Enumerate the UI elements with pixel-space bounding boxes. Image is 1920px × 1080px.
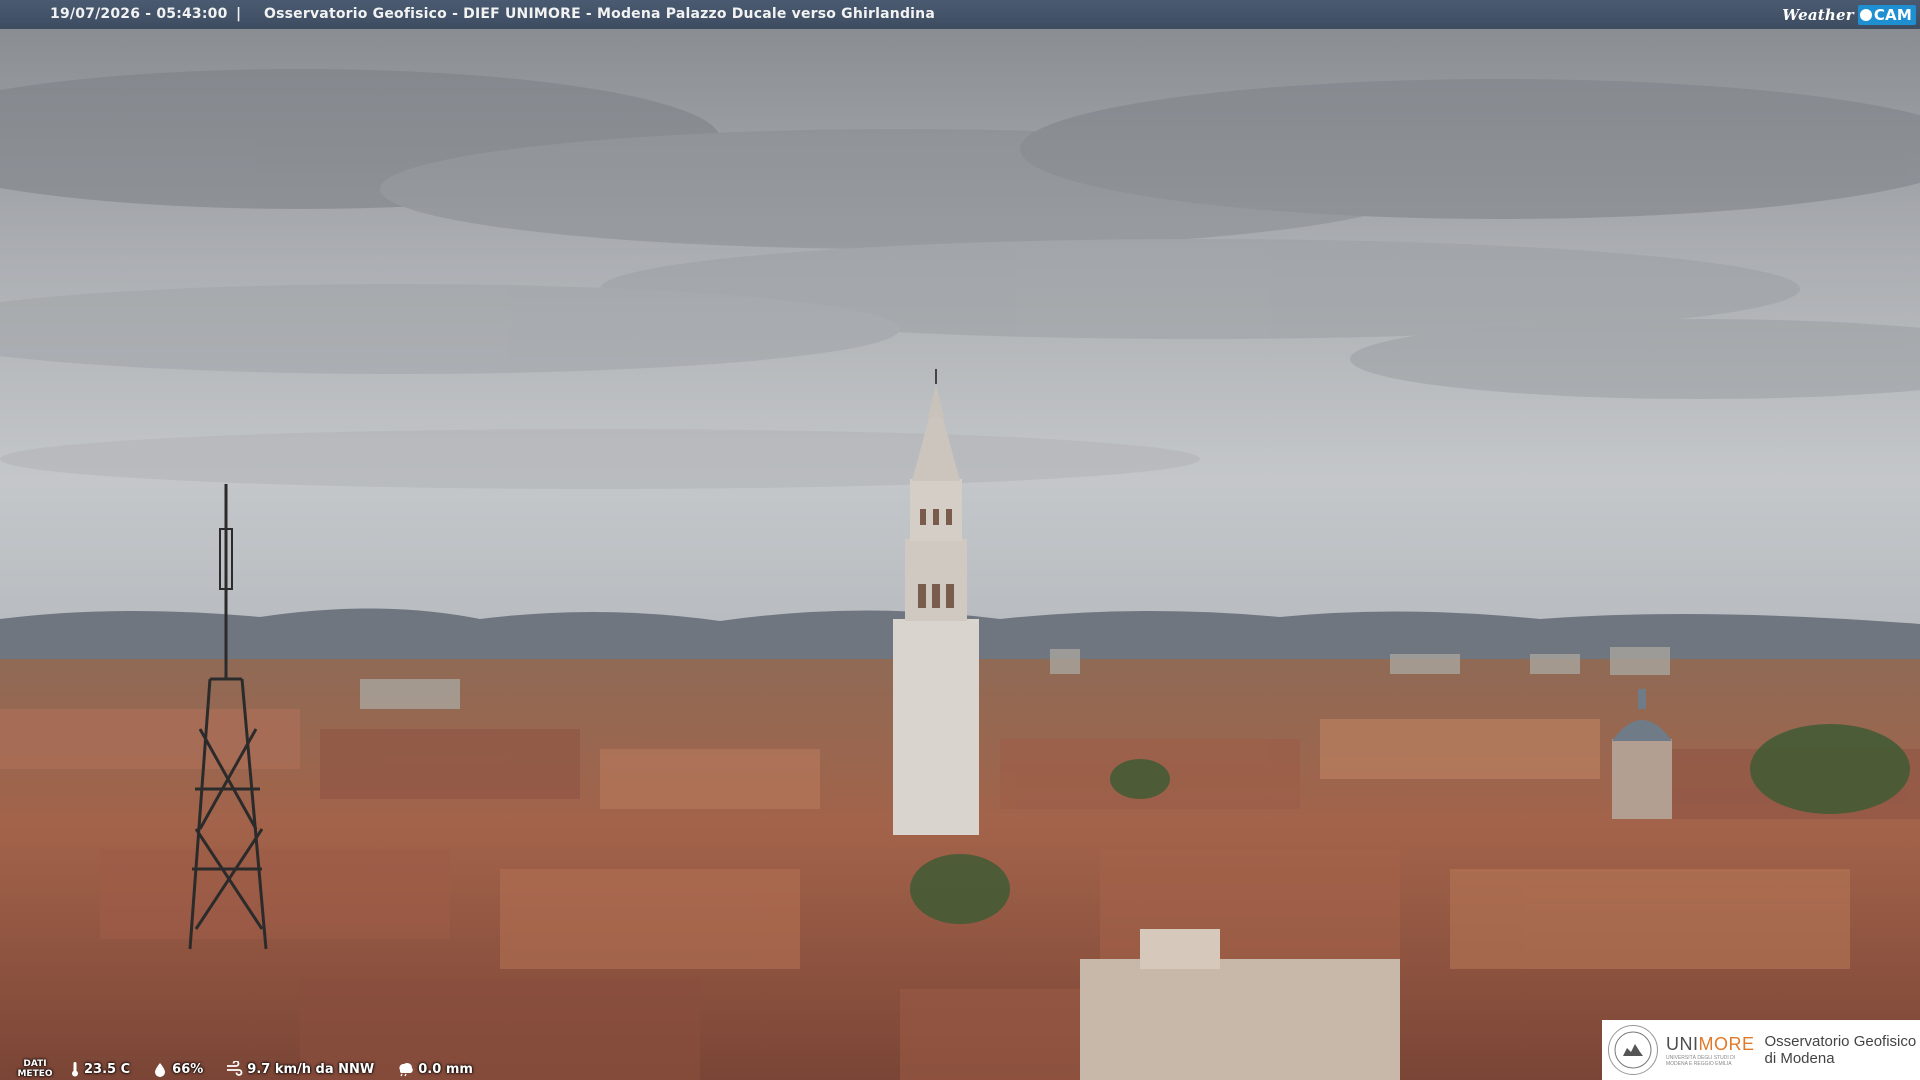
observatory-line1: Osservatorio Geofisico bbox=[1764, 1033, 1917, 1050]
temperature-reading: 23.5 C bbox=[70, 1061, 130, 1077]
unimore-name-block: UNIMORE UNIVERSITÀ DEGLI STUDI DI MODENA… bbox=[1666, 1034, 1755, 1067]
weathercam-logo: Weather CAM bbox=[1782, 3, 1916, 26]
unimore-name-a: UNI bbox=[1666, 1033, 1699, 1054]
thermometer-icon bbox=[70, 1061, 80, 1077]
wind-reading: 9.7 km/h da NNW bbox=[225, 1061, 374, 1077]
brand-cam: CAM bbox=[1873, 5, 1912, 24]
rain-icon bbox=[396, 1061, 414, 1077]
brand-cam-badge: CAM bbox=[1857, 4, 1916, 25]
meteo-label-line1: DATI bbox=[23, 1059, 47, 1069]
timestamp: 19/07/2026 - 05:43:00 bbox=[50, 6, 228, 22]
meteo-label-line2: METEO bbox=[17, 1069, 53, 1079]
wind-icon bbox=[225, 1061, 243, 1077]
humidity-value: 66% bbox=[172, 1061, 204, 1077]
humidity-reading: 66% bbox=[152, 1061, 203, 1077]
cam-dot-icon bbox=[1859, 8, 1872, 21]
weather-data-strip: DATI METEO 23.5 C 66% 9.7 km/h da NNW 0.… bbox=[0, 1058, 495, 1080]
temperature-value: 23.5 C bbox=[84, 1061, 131, 1077]
separator: | bbox=[236, 6, 242, 22]
meteo-label: DATI METEO bbox=[0, 1059, 70, 1079]
university-seal-icon bbox=[1608, 1025, 1658, 1075]
unimore-logo: UNIMORE UNIVERSITÀ DEGLI STUDI DI MODENA… bbox=[1602, 1020, 1920, 1080]
observatory-line2: di Modena bbox=[1764, 1050, 1835, 1067]
brand-weather: Weather bbox=[1782, 5, 1854, 24]
rain-value: 0.0 mm bbox=[418, 1061, 473, 1077]
title-bar: 19/07/2026 - 05:43:00 | Osservatorio Geo… bbox=[0, 0, 1920, 29]
camera-title: Osservatorio Geofisico - DIEF UNIMORE - … bbox=[264, 6, 935, 22]
city-view bbox=[0, 29, 1920, 1080]
webcam-frame: 19/07/2026 - 05:43:00 | Osservatorio Geo… bbox=[0, 0, 1920, 1080]
unimore-sub-line2: MODENA E REGGIO EMILIA bbox=[1666, 1060, 1732, 1067]
wind-value: 9.7 km/h da NNW bbox=[247, 1061, 375, 1077]
rain-reading: 0.0 mm bbox=[396, 1061, 473, 1077]
humidity-drop-icon bbox=[152, 1061, 168, 1077]
city-panorama-image bbox=[0, 29, 1920, 1080]
unimore-name-b: MORE bbox=[1698, 1033, 1755, 1054]
observatory-name: Osservatorio Geofisico di Modena bbox=[1765, 1033, 1917, 1067]
unimore-name: UNIMORE bbox=[1666, 1034, 1755, 1055]
